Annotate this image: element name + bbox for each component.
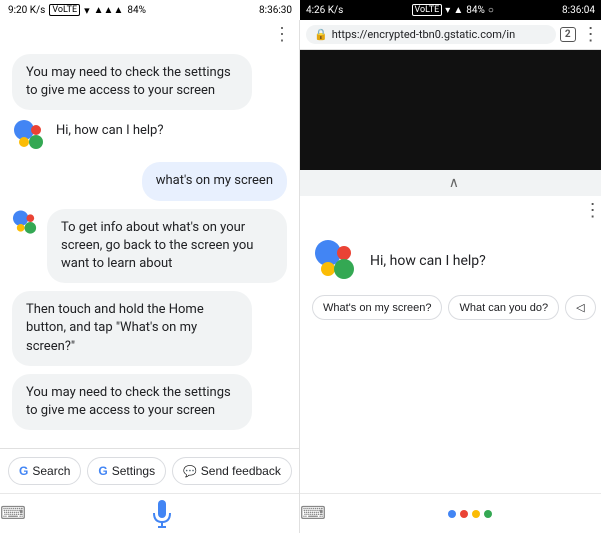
google-assistant-logo (312, 237, 360, 285)
right-dots-area: ⋮ (300, 196, 601, 225)
left-status-bar: 9:20 K/s VoLTE ▾ ▲▲▲ 84% 8:36:30 (0, 0, 300, 20)
right-wifi-icon: ▾ (445, 5, 450, 16)
right-bottom-nav: ⌨ (300, 493, 601, 533)
right-volte: VoLTE (412, 4, 443, 16)
right-status-bar: 4:26 K/s VoLTE ▾ ▲ 84% ○ 8:36:04 (300, 0, 601, 20)
google-g-settings-icon: G (98, 464, 107, 478)
browser-bar: 🔒 https://encrypted-tbn0.gstatic.com/in … (300, 20, 601, 50)
browser-bottom-bar: ∧ (300, 170, 601, 196)
left-volte: VoLTE (49, 4, 80, 16)
google-g-icon: G (19, 464, 28, 478)
mic-button[interactable] (146, 498, 178, 530)
assistant-bubble-1: You may need to check the settings to gi… (12, 54, 252, 110)
left-speed: 9:20 K/s (8, 5, 45, 16)
browser-content (300, 50, 601, 170)
bottom-action-bar: G Search G Settings 💬 Send feedback (0, 448, 299, 493)
left-time: 8:36:30 (259, 5, 292, 16)
settings-label: Settings (112, 464, 155, 478)
right-time: 8:36:04 (562, 5, 595, 16)
right-speed: 4:26 K/s (306, 5, 343, 16)
settings-button[interactable]: G Settings (87, 457, 166, 485)
dot-blue (448, 510, 456, 518)
more-options-icon[interactable]: ⋮ (273, 26, 291, 44)
url-text: https://encrypted-tbn0.gstatic.com/in (332, 28, 515, 41)
assistant-hi-bubble: Hi, how can I help? (56, 118, 164, 144)
browser-more-icon[interactable]: ⋮ (580, 24, 601, 45)
feedback-icon: 💬 (183, 465, 197, 478)
assistant-bubble-2: To get info about what's on your screen,… (47, 209, 287, 284)
right-greeting-row: Hi, how can I help? (312, 237, 596, 285)
signal-icon: ▲▲▲ (94, 5, 124, 16)
feedback-button[interactable]: 💬 Send feedback (172, 457, 292, 485)
right-more-icon[interactable]: ⋮ (584, 200, 601, 221)
chip-what-can-you-do[interactable]: What can you do? (448, 295, 559, 320)
dot-yellow (472, 510, 480, 518)
alarm-icon: ○ (488, 5, 494, 16)
suggestion-chips: What's on my screen? What can you do? ◁ (312, 295, 596, 320)
assistant-card: Hi, how can I help? What's on my screen?… (300, 225, 601, 493)
left-battery: 84% (127, 5, 146, 16)
assistant-bubble-4: You may need to check the settings to gi… (12, 374, 252, 430)
feedback-label: Send feedback (201, 464, 281, 478)
search-button[interactable]: G Search (8, 457, 81, 485)
mic-icon (152, 500, 172, 528)
keyboard-icon[interactable]: ⌨ (0, 503, 26, 524)
google-dots (448, 510, 492, 518)
search-label: Search (32, 464, 70, 478)
url-bar[interactable]: 🔒 https://encrypted-tbn0.gstatic.com/in (306, 25, 556, 44)
chip-share[interactable]: ◁ (565, 295, 595, 320)
right-greeting-text: Hi, how can I help? (370, 253, 486, 269)
assistant-bubble-3: Then touch and hold the Home button, and… (12, 291, 252, 366)
dot-red (460, 510, 468, 518)
google-logo-icon (12, 118, 48, 154)
right-signal-icon: ▲ (453, 5, 463, 16)
lock-icon: 🔒 (314, 28, 328, 41)
left-header: ⋮ (0, 20, 299, 44)
wifi-icon: ▾ (84, 4, 90, 17)
chip-whats-on-screen[interactable]: What's on my screen? (312, 295, 442, 320)
assistant-response-row: To get info about what's on your screen,… (12, 209, 287, 284)
tab-count[interactable]: 2 (560, 27, 576, 42)
assistant-greeting-row: Hi, how can I help? (12, 118, 287, 154)
google-logo-small-icon (12, 209, 39, 237)
left-bottom-nav: ⌨ (0, 493, 299, 533)
dot-green (484, 510, 492, 518)
chevron-up-icon[interactable]: ∧ (449, 175, 459, 191)
right-keyboard-icon[interactable]: ⌨ (300, 503, 326, 524)
chat-area: You may need to check the settings to gi… (0, 44, 299, 448)
user-bubble: what's on my screen (142, 162, 287, 200)
right-battery: 84% (466, 5, 485, 16)
